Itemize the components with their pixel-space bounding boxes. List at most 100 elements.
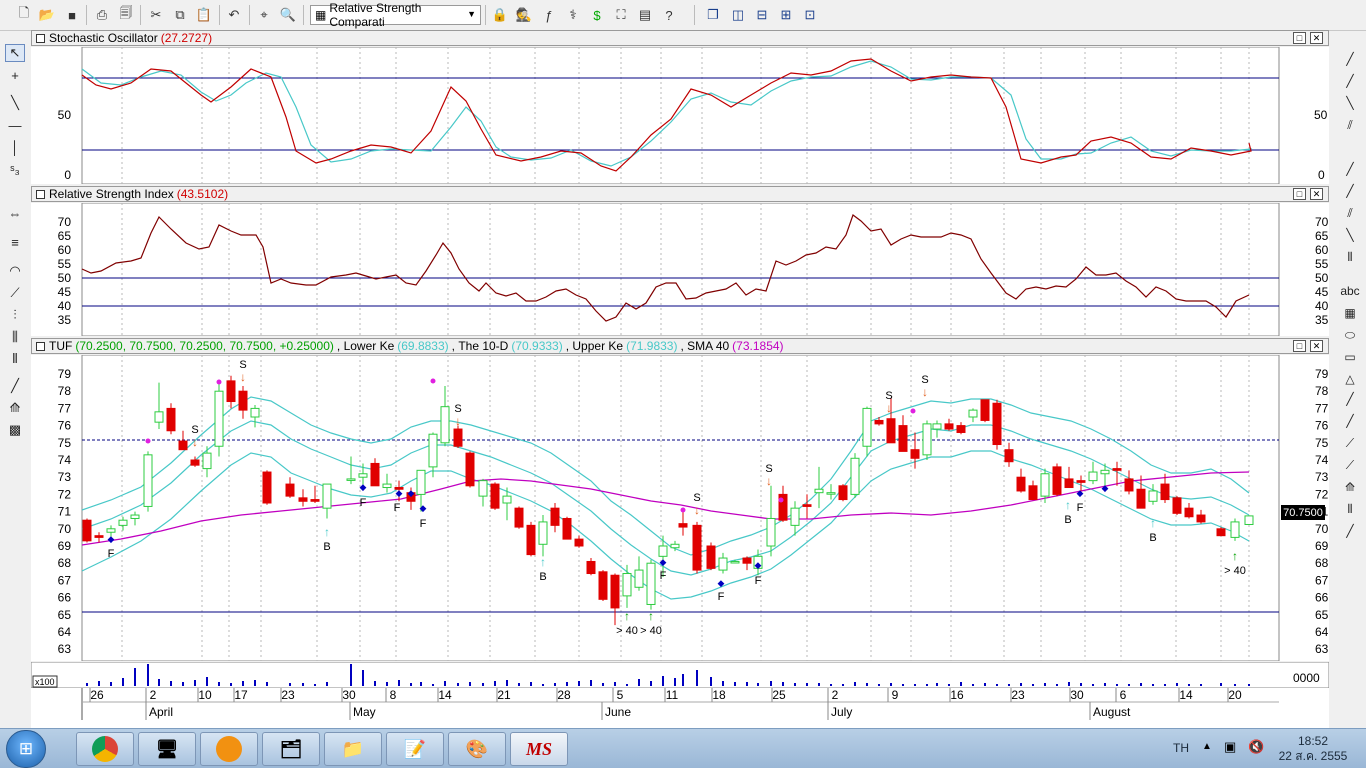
chevron-down-icon[interactable]: ▼ <box>467 9 476 19</box>
line-c-icon[interactable]: ⫽ <box>1340 116 1360 134</box>
retracement-icon[interactable]: ⫶ <box>5 306 25 324</box>
chrome-logo-icon <box>92 736 118 762</box>
paste-icon[interactable]: 📋 <box>195 6 213 24</box>
pointer-icon[interactable]: ↖ <box>5 44 25 62</box>
pattern-icon[interactable]: ▩ <box>5 421 25 439</box>
info-icon[interactable]: 🔒 <box>491 6 509 24</box>
grid-view-icon[interactable]: ▤ <box>636 6 654 24</box>
binoculars-icon[interactable]: ⛶ <box>612 6 630 24</box>
cut-icon[interactable]: ✂ <box>147 6 165 24</box>
explorer-icon[interactable]: 📁 <box>324 732 382 766</box>
clock[interactable]: 18:52 22 ส.ค. 2555 <box>1278 734 1348 764</box>
rsi-tick-label: 50 <box>58 271 72 285</box>
copy-icon[interactable]: ⧉ <box>171 6 189 24</box>
text-tool-icon[interactable]: ˢ₃ <box>5 160 25 178</box>
start-button[interactable]: ⊞ <box>6 730 46 768</box>
tool-e-icon[interactable]: ⟰ <box>1340 478 1360 496</box>
close-icon[interactable]: ✕ <box>1310 340 1323 352</box>
speed-lines-icon[interactable]: ⫼ <box>5 328 25 346</box>
tool-b-icon[interactable]: ╱ <box>1340 412 1360 430</box>
volume-bar <box>696 670 698 686</box>
app-4-icon[interactable]: 🗂 <box>262 732 320 766</box>
zoom-icon[interactable]: 🔍 <box>279 6 297 24</box>
print-preview-icon[interactable]: 🗐 <box>117 5 135 24</box>
channel-icon[interactable]: ≡ <box>5 233 25 251</box>
metastock-icon[interactable]: MS <box>510 732 568 766</box>
volume-bar <box>158 679 160 686</box>
triangle-icon[interactable]: △ <box>1340 370 1360 388</box>
close-icon[interactable]: ✕ <box>1310 188 1323 200</box>
dollar-icon[interactable]: $ <box>588 6 606 24</box>
volume-bar <box>266 682 268 686</box>
trendline-icon[interactable]: ╲ <box>5 94 25 112</box>
tray-arrow-icon[interactable]: ▲ <box>1202 741 1212 752</box>
line-e-icon[interactable]: ╱ <box>1340 182 1360 200</box>
expert-icon[interactable]: 🕵 <box>515 6 533 24</box>
x-day-label: 14 <box>1179 688 1193 702</box>
chrome-icon[interactable] <box>76 732 134 766</box>
ellipse-icon[interactable]: ⬭ <box>1340 326 1360 344</box>
tile-vertical-icon[interactable]: ◫ <box>729 6 747 24</box>
formula-icon[interactable]: ƒ <box>540 6 558 24</box>
line-d-icon[interactable]: ╱ <box>1340 160 1360 178</box>
crosshair-icon[interactable]: ⌖ <box>255 6 273 24</box>
volume-bar <box>182 682 184 686</box>
arc-icon[interactable]: ◠ <box>5 262 25 280</box>
scroll-icon[interactable]: ⇔ <box>5 204 25 222</box>
line-a-icon[interactable]: ╱ <box>1340 72 1360 90</box>
app-2-icon[interactable]: 🖥 <box>138 732 196 766</box>
undo-icon[interactable]: ↶ <box>225 6 243 24</box>
candle-body <box>968 409 978 418</box>
abc-text-icon[interactable]: abc <box>1340 282 1360 300</box>
horizontal-line-icon[interactable]: — <box>5 116 25 134</box>
volume-muted-icon[interactable]: 🔇 <box>1248 739 1264 755</box>
maximize-icon[interactable]: □ <box>1293 188 1306 200</box>
study-select[interactable]: ▦ Relative Strength Comparati ▼ <box>310 1 481 29</box>
volume-bar <box>1092 684 1094 686</box>
maximize-icon[interactable]: □ <box>1293 32 1306 44</box>
tile-icon[interactable]: ⊞ <box>777 6 795 24</box>
grid-icon[interactable]: ▦ <box>1340 304 1360 322</box>
tile-horizontal-icon[interactable]: ⊟ <box>753 6 771 24</box>
arrange-icon[interactable]: ⊡ <box>801 6 819 24</box>
line-tool-icon[interactable]: ╱ <box>5 377 25 395</box>
tool-c-icon[interactable]: ⟋ <box>1340 434 1360 452</box>
save-icon[interactable]: ■ <box>63 6 81 24</box>
line-b-icon[interactable]: ╲ <box>1340 94 1360 112</box>
cascade-icon[interactable]: ❐ <box>704 6 722 24</box>
paint-icon[interactable]: 🎨 <box>448 732 506 766</box>
cycle-lines-icon[interactable]: ⦀ <box>5 350 25 368</box>
fan-icon[interactable]: ⟋ <box>5 284 25 302</box>
rectangle-icon[interactable]: ▭ <box>1340 348 1360 366</box>
volume-bar <box>398 680 400 686</box>
x-month-label: June <box>605 705 631 719</box>
new-doc-icon[interactable]: 🗋 <box>15 5 33 24</box>
notepad-icon[interactable]: 📝 <box>386 732 444 766</box>
vertical-line-icon[interactable]: │ <box>5 138 25 156</box>
line-g-icon[interactable]: ╲ <box>1340 226 1360 244</box>
line-h-icon[interactable]: ⦀ <box>1340 248 1360 266</box>
candle-body <box>1064 478 1074 489</box>
crosshair-tool-icon[interactable]: + <box>5 66 25 84</box>
tree-icon[interactable]: ⚕ <box>564 6 582 24</box>
app-3-icon[interactable] <box>200 732 258 766</box>
gann-fan-icon[interactable]: ⟰ <box>5 399 25 417</box>
candle-body <box>1244 515 1254 525</box>
maximize-icon[interactable]: □ <box>1293 340 1306 352</box>
line-f-icon[interactable]: ⫽ <box>1340 204 1360 222</box>
scroll-up-icon[interactable]: ╱ <box>1340 50 1360 68</box>
help-icon[interactable]: ? <box>660 6 678 24</box>
tool-d-icon[interactable]: ⟋ <box>1340 456 1360 474</box>
stoch-tick-0-right: 0 <box>1318 168 1325 182</box>
print-icon[interactable]: ⎙ <box>93 6 111 24</box>
language-indicator[interactable]: TH <box>1173 741 1189 755</box>
tool-f-icon[interactable]: ⦀ <box>1340 500 1360 518</box>
close-icon[interactable]: ✕ <box>1310 32 1323 44</box>
open-folder-icon[interactable]: 📂 <box>38 6 56 24</box>
tool-g-icon[interactable]: ╱ <box>1340 522 1360 540</box>
tool-a-icon[interactable]: ╱ <box>1340 390 1360 408</box>
candle-body <box>130 514 140 519</box>
tray-device-icon[interactable]: ▣ <box>1224 739 1236 755</box>
candle-body <box>1196 514 1206 523</box>
candle-body <box>285 483 295 497</box>
